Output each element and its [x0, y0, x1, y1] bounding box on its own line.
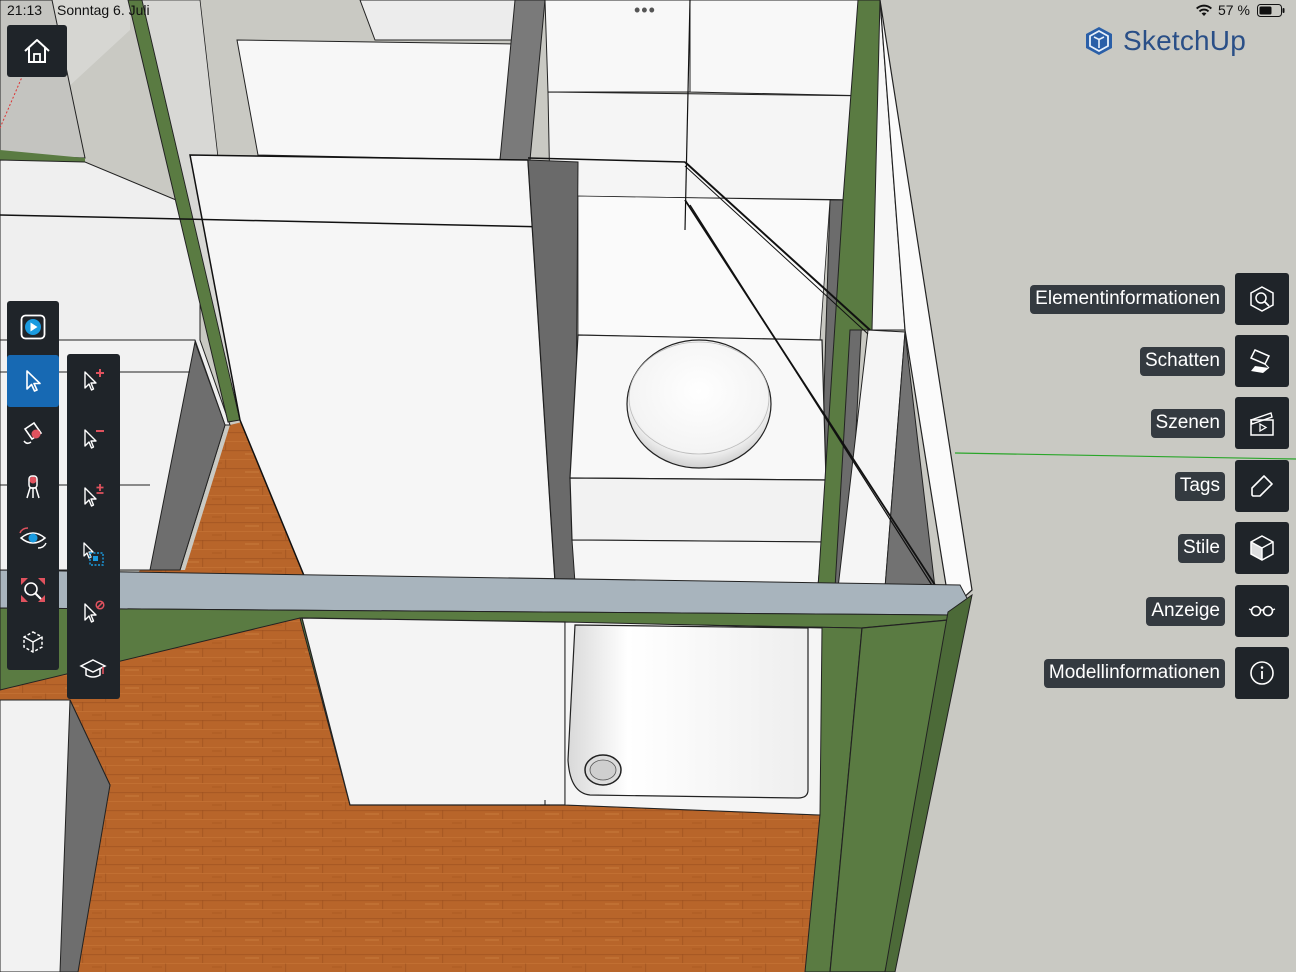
- instructor-icon: [79, 659, 107, 678]
- tool-select-subtract[interactable]: [67, 412, 119, 464]
- panel-label[interactable]: Elementinformationen: [1030, 284, 1225, 314]
- home-button[interactable]: [7, 25, 67, 77]
- panel-tags[interactable]: Tags: [1174, 460, 1289, 512]
- tool-select[interactable]: [7, 355, 59, 407]
- panel-label[interactable]: Modellinformationen: [1043, 658, 1225, 688]
- panel-model-info[interactable]: Modellinformationen: [1043, 647, 1289, 699]
- tool-instructor[interactable]: [67, 644, 119, 696]
- tool-paint[interactable]: [7, 407, 59, 459]
- sketchup-brand: SketchUp: [1083, 24, 1246, 58]
- panel-icon-button[interactable]: [1235, 397, 1289, 449]
- home-icon: [24, 39, 50, 63]
- orbit-eye-icon: [19, 527, 47, 549]
- panel-label[interactable]: Anzeige: [1146, 596, 1225, 626]
- glasses-icon: [1248, 605, 1276, 617]
- left-toolbar: [7, 301, 59, 670]
- panel-icon-button[interactable]: [1235, 335, 1289, 387]
- select-arrow-icon: [26, 370, 41, 392]
- panel-icon-button[interactable]: [1235, 585, 1289, 637]
- panel-icon-button[interactable]: [1235, 460, 1289, 512]
- panel-label[interactable]: Tags: [1174, 471, 1225, 501]
- tool-orbit[interactable]: [7, 512, 59, 564]
- panel-display[interactable]: Anzeige: [1146, 585, 1289, 637]
- info-icon: [1250, 661, 1274, 685]
- styles-icon: [1250, 535, 1274, 561]
- panel-shadows[interactable]: Schatten: [1140, 335, 1289, 387]
- select-add-icon: [84, 369, 104, 391]
- select-toggle-icon: [84, 484, 104, 507]
- select-flyout: [67, 354, 120, 699]
- paint-bucket-icon: [23, 421, 43, 445]
- app-title: SketchUp: [1123, 25, 1246, 56]
- select-subtract-icon: [84, 429, 104, 449]
- walk-icon: [26, 475, 40, 499]
- tool-zoom-extents[interactable]: [7, 564, 59, 616]
- wifi-icon: [1196, 4, 1212, 16]
- select-window-icon: [83, 542, 104, 566]
- panel-icon-button[interactable]: [1235, 273, 1289, 325]
- model-viewport[interactable]: [0, 0, 1296, 972]
- tool-select-add[interactable]: [67, 354, 119, 406]
- play-icon: [20, 314, 46, 340]
- panel-label[interactable]: Szenen: [1150, 408, 1225, 438]
- scenes-clapper-icon: [1250, 412, 1274, 436]
- panel-entity-info[interactable]: Elementinformationen: [1030, 273, 1289, 325]
- more-options-dots[interactable]: •••: [634, 0, 656, 21]
- zoom-extents-icon: [21, 578, 45, 602]
- panel-icon-button[interactable]: [1235, 647, 1289, 699]
- sketchup-logo-icon: [1086, 27, 1112, 55]
- tool-walk[interactable]: [7, 460, 59, 512]
- panel-scenes[interactable]: Szenen: [1150, 397, 1289, 449]
- tool-select-toggle[interactable]: [67, 470, 119, 522]
- panel-label[interactable]: Stile: [1178, 533, 1225, 563]
- status-time: 21:13: [7, 2, 43, 18]
- views-cube-icon: [23, 631, 43, 653]
- entity-info-icon: [1250, 286, 1274, 312]
- panel-icon-button[interactable]: [1235, 522, 1289, 574]
- tool-select-none[interactable]: [67, 586, 119, 638]
- status-date: Sonntag 6. Juli: [57, 2, 150, 18]
- tool-select-window[interactable]: [67, 528, 119, 580]
- panel-label[interactable]: Schatten: [1140, 346, 1225, 376]
- panel-styles[interactable]: Stile: [1178, 522, 1289, 574]
- shadow-icon: [1249, 349, 1271, 373]
- select-none-icon: [84, 600, 105, 623]
- tool-play[interactable]: [7, 301, 59, 353]
- tag-icon: [1251, 475, 1273, 497]
- battery-percent: 57 %: [1218, 2, 1250, 18]
- battery-icon: [1257, 4, 1285, 17]
- tool-views[interactable]: [7, 616, 59, 668]
